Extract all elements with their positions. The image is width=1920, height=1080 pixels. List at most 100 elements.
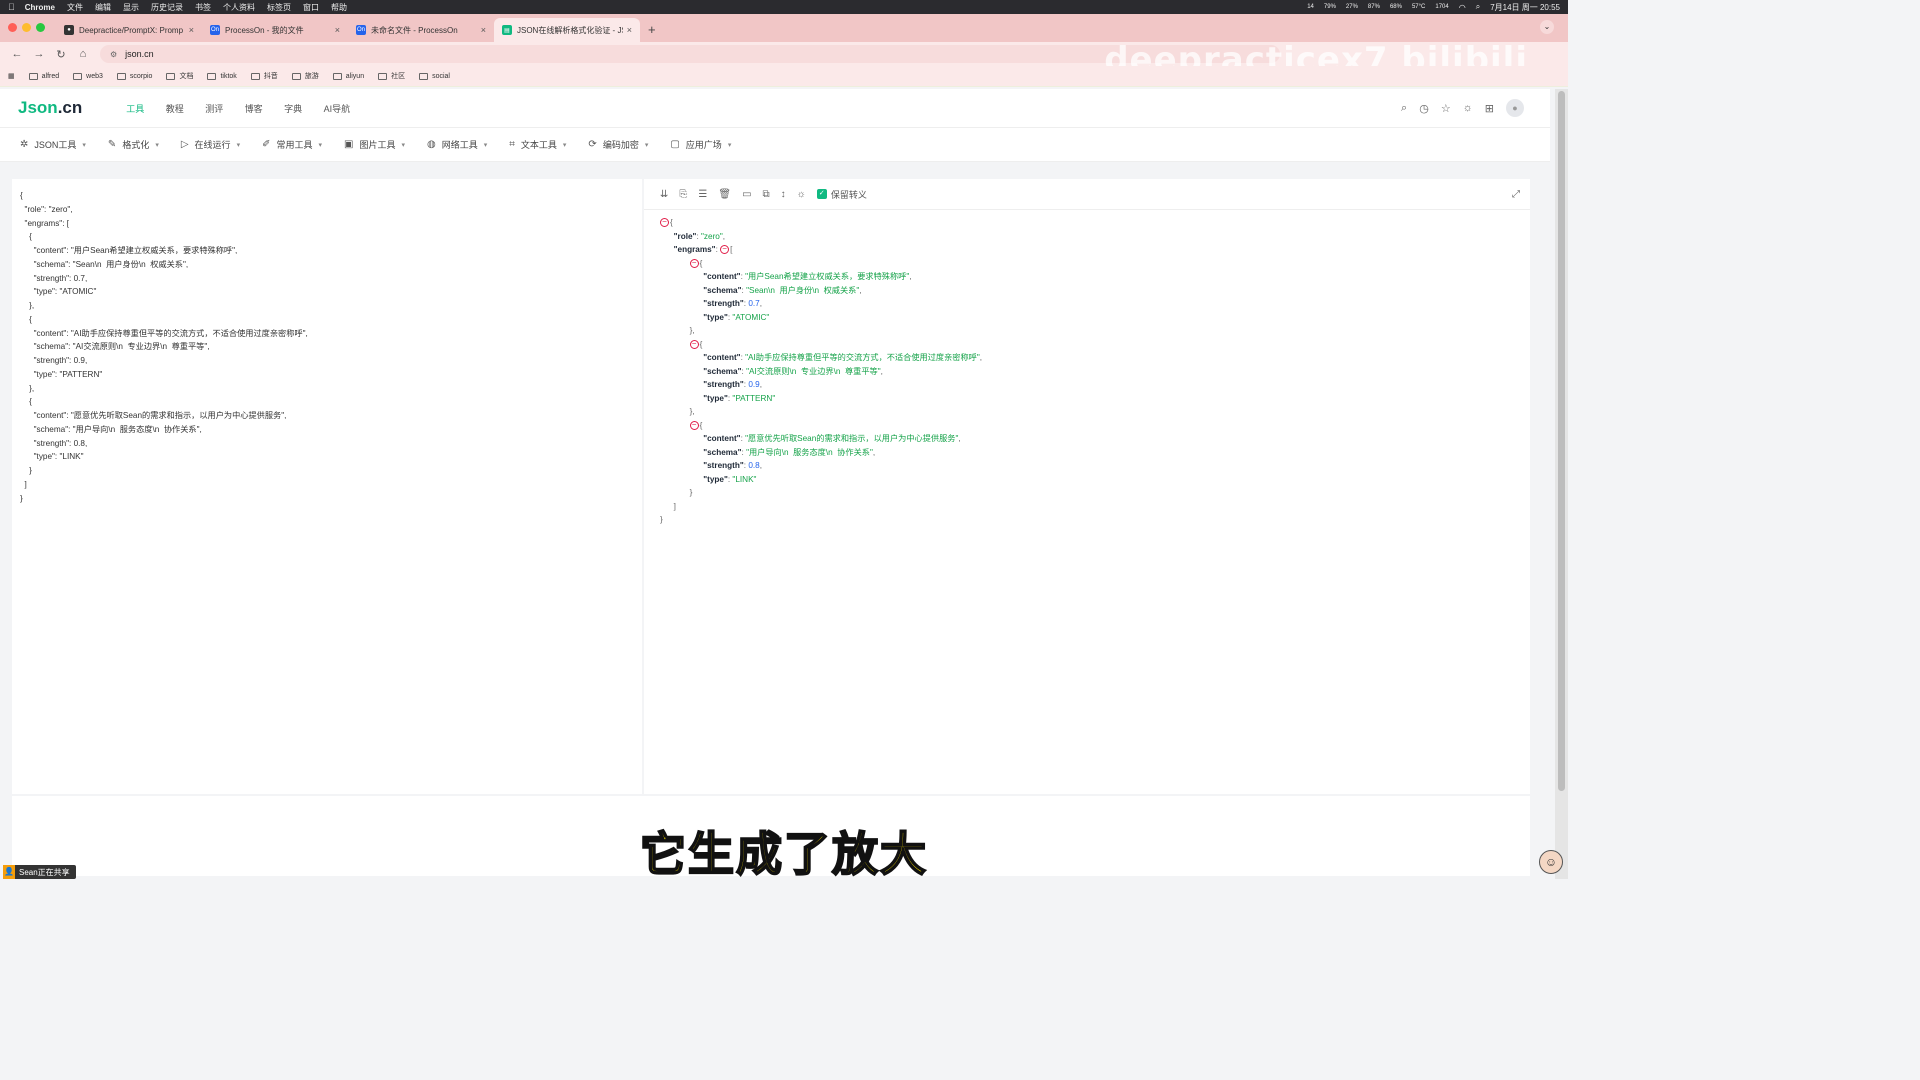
site-info-icon[interactable]: ⚙: [110, 50, 117, 59]
nav-dictionary[interactable]: 字典: [284, 104, 302, 114]
menu-help[interactable]: 帮助: [331, 2, 347, 13]
reload-icon[interactable]: ↻: [50, 48, 72, 61]
sort-list-icon[interactable]: ☰: [698, 189, 707, 200]
address-url: json.cn: [125, 49, 154, 59]
tab-json-cn[interactable]: ▤ JSON在线解析格式化验证 - JS ×: [494, 18, 640, 42]
collapse-icon[interactable]: ↕: [781, 189, 786, 200]
bookmark-travel[interactable]: 旅游: [291, 71, 319, 81]
menu-file[interactable]: 文件: [67, 2, 83, 13]
bookmark-alfred[interactable]: alfred: [28, 72, 59, 80]
menu-history[interactable]: 历史记录: [151, 2, 183, 13]
zoom-window-button[interactable]: [36, 23, 45, 32]
bookmark-web3[interactable]: web3: [73, 72, 103, 80]
apps-icon[interactable]: ⊞: [1485, 102, 1494, 115]
search-icon[interactable]: ⌕: [1476, 2, 1480, 12]
collapse-toggle-icon[interactable]: −: [689, 420, 699, 430]
back-icon[interactable]: ←: [6, 48, 28, 60]
site-logo[interactable]: Json.cn: [18, 98, 82, 118]
keep-escape-checkbox[interactable]: ✓ 保留转义: [816, 188, 867, 201]
nav-ai-guide[interactable]: AI导航: [324, 104, 351, 114]
collapse-toggle-icon[interactable]: −: [660, 218, 669, 228]
user-avatar[interactable]: ●: [1506, 99, 1524, 117]
menu-edit[interactable]: 编辑: [95, 2, 111, 13]
menu-json-tools[interactable]: ✲ JSON工具 ▾: [20, 138, 86, 151]
close-tab-icon[interactable]: ×: [189, 25, 194, 35]
raw-line: {: [20, 191, 23, 200]
bookmark-tiktok[interactable]: tiktok: [207, 72, 237, 80]
bookmark-community[interactable]: 社区: [378, 71, 405, 81]
folder-icon: [378, 72, 388, 80]
close-tab-icon[interactable]: ×: [627, 25, 632, 35]
home-icon[interactable]: ⌂: [72, 48, 94, 60]
menu-text-tools[interactable]: ⌗ 文本工具 ▾: [509, 138, 566, 151]
menu-image-tools[interactable]: ▣ 图片工具 ▾: [344, 138, 405, 151]
menu-run-online[interactable]: ▷ 在线运行 ▾: [181, 138, 240, 151]
menu-profile[interactable]: 个人资料: [223, 2, 255, 13]
collapse-toggle-icon[interactable]: −: [689, 258, 699, 268]
forward-icon[interactable]: →: [28, 48, 50, 60]
address-bar[interactable]: ⚙ json.cn: [100, 45, 1280, 63]
menu-common-tools[interactable]: ✐ 常用工具 ▾: [262, 138, 322, 151]
copy-icon[interactable]: ⧉: [763, 189, 770, 200]
save-file-icon[interactable]: ▭: [742, 189, 751, 200]
tab-processon-untitled[interactable]: On 未命名文件 - ProcessOn ×: [348, 18, 494, 42]
new-tab-button[interactable]: +: [640, 22, 664, 42]
json-input-text[interactable]: { "role": "zero", "engrams": [ { "conten…: [12, 179, 642, 505]
menu-view[interactable]: 显示: [123, 2, 139, 13]
scrollbar-thumb[interactable]: [1558, 91, 1565, 791]
menu-bookmarks[interactable]: 书签: [195, 2, 211, 13]
mac-menubar:  Chrome 文件 编辑 显示 历史记录 书签 个人资料 标签页 窗口 帮助…: [0, 0, 1568, 14]
bulb-icon[interactable]: ☼: [797, 189, 806, 200]
nav-reviews[interactable]: 测评: [205, 104, 223, 114]
menu-encode-encrypt[interactable]: ⟳ 编码加密 ▾: [588, 138, 648, 151]
tab-search-icon[interactable]: ⌄: [1540, 20, 1554, 34]
search-icon[interactable]: ⌕: [1401, 102, 1407, 115]
raw-line: },: [20, 301, 35, 310]
bookmark-scorpio[interactable]: scorpio: [116, 72, 152, 80]
collapse-toggle-icon[interactable]: −: [720, 245, 730, 255]
github-icon: ●: [64, 25, 74, 35]
apple-icon[interactable]: : [8, 2, 15, 12]
tab-processon-files[interactable]: On ProcessOn - 我的文件 ×: [202, 18, 348, 42]
bookmarks-bar: ▦ alfred web3 scorpio 文档 tiktok 抖音 旅游 al…: [0, 66, 1568, 87]
wechat-count[interactable]: 14: [1307, 4, 1314, 10]
close-window-button[interactable]: [8, 23, 17, 32]
main-nav: 工具 教程 测评 博客 字典 AI导航: [126, 99, 367, 117]
close-tab-icon[interactable]: ×: [335, 25, 340, 35]
menu-format[interactable]: ✎ 格式化 ▾: [108, 138, 159, 151]
menu-tabs[interactable]: 标签页: [267, 2, 291, 13]
nav-tools[interactable]: 工具: [126, 104, 144, 114]
bookmark-social[interactable]: social: [419, 72, 450, 80]
json-output-viewer: ⇊ ⎘ ☰ 🗑 ▭ ⧉ ↕ ☼ ✓ 保留转义 ⤢ −{ "role": "zer…: [644, 179, 1530, 794]
menu-window[interactable]: 窗口: [303, 2, 319, 13]
close-tab-icon[interactable]: ×: [481, 25, 486, 35]
chevron-down-icon: ▾: [82, 141, 86, 149]
tab-title: ProcessOn - 我的文件: [225, 25, 304, 35]
history-icon[interactable]: ◷: [1419, 102, 1429, 115]
bookmark-aliyun[interactable]: aliyun: [332, 72, 364, 80]
chevron-down-icon: ▾: [318, 141, 322, 149]
nav-blog[interactable]: 博客: [245, 104, 263, 114]
delete-icon[interactable]: 🗑: [718, 189, 731, 200]
compress-icon[interactable]: ⇊: [660, 189, 668, 200]
tab-github[interactable]: ● Deepractice/PromptX: Promp ×: [56, 18, 202, 42]
temp-stat: 57°C: [1411, 4, 1426, 10]
bookmark-docs[interactable]: 文档: [166, 71, 193, 81]
menu-app-plaza[interactable]: ▢ 应用广场 ▾: [670, 138, 731, 151]
nav-tutorials[interactable]: 教程: [166, 104, 184, 114]
download-file-icon[interactable]: ⎘: [679, 189, 687, 200]
menu-network-tools[interactable]: ◍ 网络工具 ▾: [427, 138, 487, 151]
apps-grid-icon[interactable]: ▦: [8, 72, 15, 80]
theme-sun-icon[interactable]: ☼: [1463, 102, 1473, 114]
page-scrollbar[interactable]: [1555, 89, 1568, 879]
json-input-editor[interactable]: { "role": "zero", "engrams": [ { "conten…: [12, 179, 642, 794]
folder-icon: [419, 72, 429, 80]
bookmark-douyin[interactable]: 抖音: [250, 71, 278, 81]
collapse-toggle-icon[interactable]: −: [689, 339, 699, 349]
star-icon[interactable]: ☆: [1441, 102, 1451, 115]
menu-app-name[interactable]: Chrome: [25, 3, 55, 12]
wifi-icon[interactable]: ◠: [1459, 3, 1466, 12]
fullscreen-icon[interactable]: ⤢: [1512, 189, 1520, 200]
clock[interactable]: 7月14日 周一 20:55: [1490, 2, 1560, 13]
minimize-window-button[interactable]: [22, 23, 31, 32]
